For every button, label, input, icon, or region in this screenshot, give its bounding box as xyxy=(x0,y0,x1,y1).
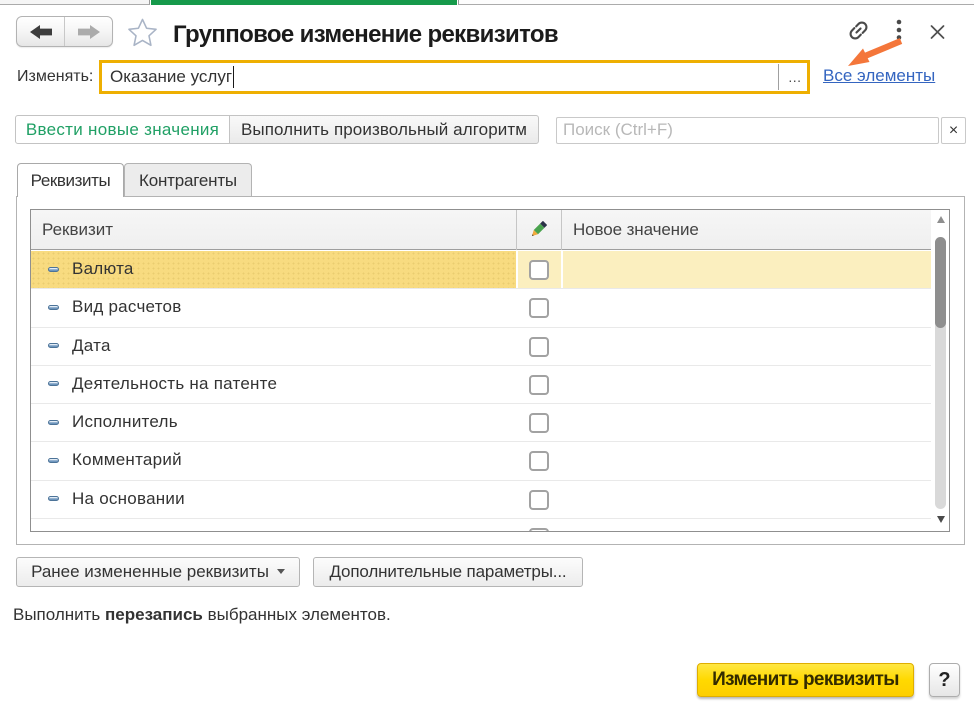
column-header-new-value: Новое значение xyxy=(573,220,699,240)
row-label: Дата xyxy=(72,336,111,356)
back-arrow-icon xyxy=(29,24,53,40)
row-checkbox[interactable] xyxy=(529,490,549,510)
table-row[interactable]: Деятельность на патенте xyxy=(31,366,931,404)
table-row-partial[interactable] xyxy=(31,519,931,531)
attribute-bullet-icon xyxy=(48,267,60,272)
forward-arrow-icon xyxy=(77,24,101,40)
vertical-scrollbar[interactable] xyxy=(932,210,949,530)
active-tab-indicator xyxy=(151,0,457,5)
mode-algorithm-button[interactable]: Выполнить произвольный алгоритм xyxy=(229,115,539,144)
annotation-arrow xyxy=(838,36,908,70)
mode-new-values-button[interactable]: Ввести новые значения xyxy=(15,115,230,144)
previously-changed-label: Ранее измененные реквизиты xyxy=(31,562,269,581)
top-tab-strip-right xyxy=(458,0,974,5)
forward-button[interactable] xyxy=(65,17,112,46)
favorite-star-icon[interactable] xyxy=(127,17,158,48)
table-row[interactable]: Комментарий xyxy=(31,442,931,480)
row-label: На основании xyxy=(72,489,185,509)
row-checkbox[interactable] xyxy=(529,375,549,395)
submit-button[interactable]: Изменить реквизиты xyxy=(697,663,914,697)
change-target-value: Оказание услуг xyxy=(110,67,232,87)
group-change-window: Групповое изменение реквизитов Изменять:… xyxy=(0,0,974,707)
window-title: Групповое изменение реквизитов xyxy=(173,21,558,49)
attribute-bullet-icon xyxy=(48,458,60,463)
row-checkbox[interactable] xyxy=(529,298,549,318)
dropdown-caret-icon xyxy=(277,569,285,574)
choose-button[interactable]: ... xyxy=(783,66,807,88)
attribute-bullet-icon xyxy=(48,496,60,501)
attribute-bullet-icon xyxy=(48,305,60,310)
table-body: Валюта Вид расчетов Дата Деятельность на… xyxy=(31,251,931,531)
text-caret xyxy=(233,66,234,88)
note-text-before: Выполнить xyxy=(13,605,105,624)
table-header: Реквизит Новое значение xyxy=(31,210,931,250)
table-row[interactable]: Дата xyxy=(31,328,931,366)
attributes-table: Реквизит Новое значение Валюта xyxy=(30,209,950,532)
row-label: Валюта xyxy=(72,259,134,279)
row-checkbox[interactable] xyxy=(529,528,549,532)
scrollbar-thumb[interactable] xyxy=(935,237,946,328)
row-checkbox[interactable] xyxy=(529,337,549,357)
attribute-bullet-icon xyxy=(48,343,60,348)
note-text-bold: перезапись xyxy=(105,605,203,624)
help-button[interactable]: ? xyxy=(929,663,960,697)
attribute-bullet-icon xyxy=(48,381,60,386)
rewrite-note: Выполнить перезапись выбранных элементов… xyxy=(13,605,391,625)
table-row[interactable]: На основании xyxy=(31,481,931,519)
column-separator xyxy=(516,210,517,250)
table-row[interactable]: Исполнитель xyxy=(31,404,931,442)
table-row[interactable]: Вид расчетов xyxy=(31,289,931,327)
search-placeholder: Поиск (Ctrl+F) xyxy=(563,120,673,140)
field-divider xyxy=(778,64,779,90)
row-checkbox[interactable] xyxy=(529,451,549,471)
table-row-selected[interactable]: Валюта xyxy=(31,251,931,289)
row-label: Комментарий xyxy=(72,450,182,470)
row-label: Вид расчетов xyxy=(72,297,182,317)
close-icon[interactable] xyxy=(930,25,945,39)
note-text-after: выбранных элементов. xyxy=(203,605,391,624)
new-value-cell xyxy=(563,251,931,288)
extra-params-button[interactable]: Дополнительные параметры... xyxy=(313,557,583,587)
row-label: Деятельность на патенте xyxy=(72,374,277,394)
tab-rekvizity[interactable]: Реквизиты xyxy=(17,163,124,197)
column-separator xyxy=(561,210,562,250)
scroll-up-icon[interactable] xyxy=(937,216,945,223)
back-button[interactable] xyxy=(17,17,65,46)
row-label: Исполнитель xyxy=(72,412,178,432)
top-tab-strip-left xyxy=(0,0,150,5)
pencil-icon xyxy=(529,221,547,239)
column-header-attribute: Реквизит xyxy=(42,220,113,240)
row-checkbox[interactable] xyxy=(529,260,549,280)
scroll-down-icon[interactable] xyxy=(937,516,945,523)
previously-changed-button[interactable]: Ранее измененные реквизиты xyxy=(16,557,300,587)
tab-kontragenty[interactable]: Контрагенты xyxy=(124,163,252,196)
search-clear-button[interactable]: × xyxy=(941,117,966,144)
history-nav-group xyxy=(16,16,113,47)
change-field-label: Изменять: xyxy=(17,68,93,86)
row-checkbox[interactable] xyxy=(529,413,549,433)
attribute-bullet-icon xyxy=(48,420,60,425)
